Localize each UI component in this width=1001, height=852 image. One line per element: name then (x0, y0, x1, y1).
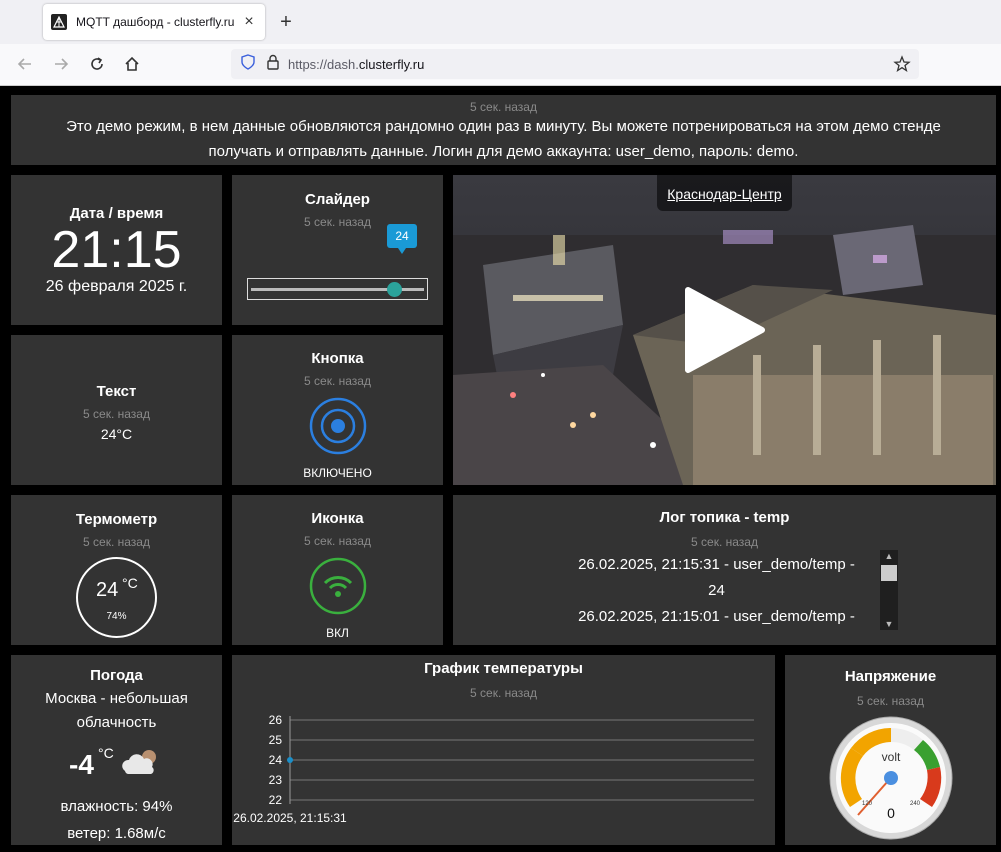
icon-ago: 5 сек. назад (304, 534, 371, 548)
weather-desc: Москва - небольшая облачность (45, 690, 188, 731)
voltage-unit: volt (882, 750, 901, 764)
voltage-title: Напряжение (844, 668, 937, 685)
log-widget: Лог топика - temp 5 сек. назад 26.02.202… (453, 495, 996, 645)
camera-label-box: Краснодар-Центр (657, 175, 792, 211)
log-list: 26.02.2025, 21:15:31 - user_demo/temp - … (533, 552, 900, 630)
url-text: https://dash.clusterfly.ru (288, 56, 425, 72)
weather-title: Погода (90, 667, 143, 684)
text-ago: 5 сек. назад (83, 407, 150, 421)
icon-widget: Иконка 5 сек. назад ВКЛ (232, 495, 443, 645)
tab-title: MQTT дашборд - clusterfly.ru (76, 15, 235, 29)
cloud-moon-icon (119, 747, 161, 782)
thermometer-dial: 24 °C 74% (76, 557, 157, 638)
scroll-up-icon[interactable]: ▲ (880, 550, 898, 562)
tab-close-icon[interactable]: × (241, 13, 257, 31)
voltage-widget: Напряжение 5 сек. назад volt 120 240 0 (785, 655, 996, 845)
log-line: 26.02.2025, 21:15:01 - user_demo/temp - (578, 608, 855, 625)
browser-tab[interactable]: MQTT дашборд - clusterfly.ru × (43, 4, 265, 40)
scroll-thumb[interactable] (881, 565, 897, 581)
y-tick-label: 24 (269, 753, 283, 767)
thermometer-humidity: 74% (106, 611, 127, 622)
y-tick-label: 26 (269, 713, 283, 727)
icon-title: Иконка (311, 510, 364, 527)
weather-unit: °C (98, 745, 114, 761)
slider-value-bubble: 24 (387, 224, 417, 248)
nav-bar: https://dash.clusterfly.ru (0, 44, 1001, 86)
camera-widget[interactable]: Краснодар-Центр (453, 175, 996, 485)
shield-icon[interactable] (240, 53, 256, 75)
y-tick-label: 22 (269, 793, 283, 807)
banner-ago: 5 сек. назад (470, 100, 537, 114)
log-line: 26.02.2025, 21:15:31 - user_demo/temp - (578, 556, 855, 573)
thermometer-title: Термометр (75, 511, 158, 528)
text-value: 24°C (100, 426, 133, 442)
clock-time: 21:15 (51, 221, 182, 279)
voltage-min-label: 120 (862, 801, 873, 807)
play-icon[interactable] (684, 286, 766, 379)
forward-arrow-icon[interactable] (50, 53, 72, 75)
weather-wind: ветер: 1.68м/с (67, 825, 166, 842)
temperature-chart: 26 25 24 23 22 26.02.2025, 21:15:31 (233, 713, 754, 825)
clock-date: 26 февраля 2025 г. (45, 278, 188, 295)
banner-text: Это демо режим, в нем данные обновляются… (66, 118, 941, 160)
wifi-icon[interactable] (309, 557, 367, 620)
power-toggle-icon[interactable] (309, 397, 367, 460)
demo-banner: 5 сек. назад Это демо режим, в нем данны… (11, 95, 996, 165)
voltage-ago: 5 сек. назад (857, 694, 924, 708)
tab-bar: MQTT дашборд - clusterfly.ru × + (0, 0, 1001, 44)
slider-widget: Слайдер 5 сек. назад 24 (232, 175, 443, 325)
thermometer-ago: 5 сек. назад (83, 535, 150, 549)
slider-track-box[interactable] (247, 278, 428, 300)
new-tab-icon[interactable]: + (276, 10, 296, 34)
button-ago: 5 сек. назад (304, 374, 371, 388)
log-title: Лог топика - temp (659, 509, 790, 526)
weather-temp: -4 (69, 749, 94, 780)
thermometer-temp: 24 (96, 579, 119, 601)
x-tick-label: 26.02.2025, 21:15:31 (233, 811, 347, 825)
chart-widget: График температуры 5 сек. назад 26 25 24 23… (232, 655, 775, 845)
weather-widget: Погода Москва - небольшая облачность -4 … (11, 655, 222, 845)
address-bar[interactable]: https://dash.clusterfly.ru (231, 49, 919, 79)
weather-humidity: влажность: 94% (60, 798, 173, 815)
text-widget: Текст 5 сек. назад 24°C (11, 335, 222, 485)
datetime-title: Дата / время (69, 205, 164, 222)
slider-bubble-pointer (398, 248, 406, 254)
slider-handle[interactable] (386, 282, 402, 297)
chart-title: График температуры (424, 660, 583, 677)
thermometer-unit: °C (122, 575, 138, 591)
voltage-max-label: 240 (910, 801, 921, 807)
log-line: 24 (708, 582, 725, 599)
chart-ago: 5 сек. назад (470, 686, 537, 700)
lock-icon[interactable] (266, 54, 280, 75)
voltage-value: 0 (887, 805, 895, 821)
home-icon[interactable] (121, 53, 143, 75)
button-state: ВКЛЮЧЕНО (303, 466, 372, 480)
dashboard: 5 сек. назад Это демо режим, в нем данны… (0, 86, 1001, 852)
site-favicon-icon (51, 14, 67, 30)
y-tick-label: 25 (269, 733, 283, 747)
icon-state: ВКЛ (326, 626, 349, 640)
thermometer-widget: Термометр 5 сек. назад 24 °C 74% (11, 495, 222, 645)
log-ago: 5 сек. назад (691, 535, 758, 549)
y-tick-label: 23 (269, 773, 283, 787)
back-arrow-icon[interactable] (14, 53, 36, 75)
scroll-down-icon[interactable]: ▼ (880, 618, 898, 630)
voltage-gauge: volt 120 240 0 (829, 716, 953, 840)
slider-title: Слайдер (305, 191, 370, 208)
reload-icon[interactable] (86, 53, 108, 75)
text-title: Текст (96, 383, 137, 400)
datetime-widget: Дата / время 21:15 26 февраля 2025 г. (11, 175, 222, 325)
chart-point[interactable] (287, 757, 293, 763)
log-scrollbar[interactable]: ▲ ▼ (880, 550, 898, 630)
button-title: Кнопка (311, 350, 364, 367)
camera-label[interactable]: Краснодар-Центр (667, 186, 781, 202)
bookmark-star-icon[interactable] (893, 55, 911, 78)
button-widget: Кнопка 5 сек. назад ВКЛЮЧЕНО (232, 335, 443, 485)
